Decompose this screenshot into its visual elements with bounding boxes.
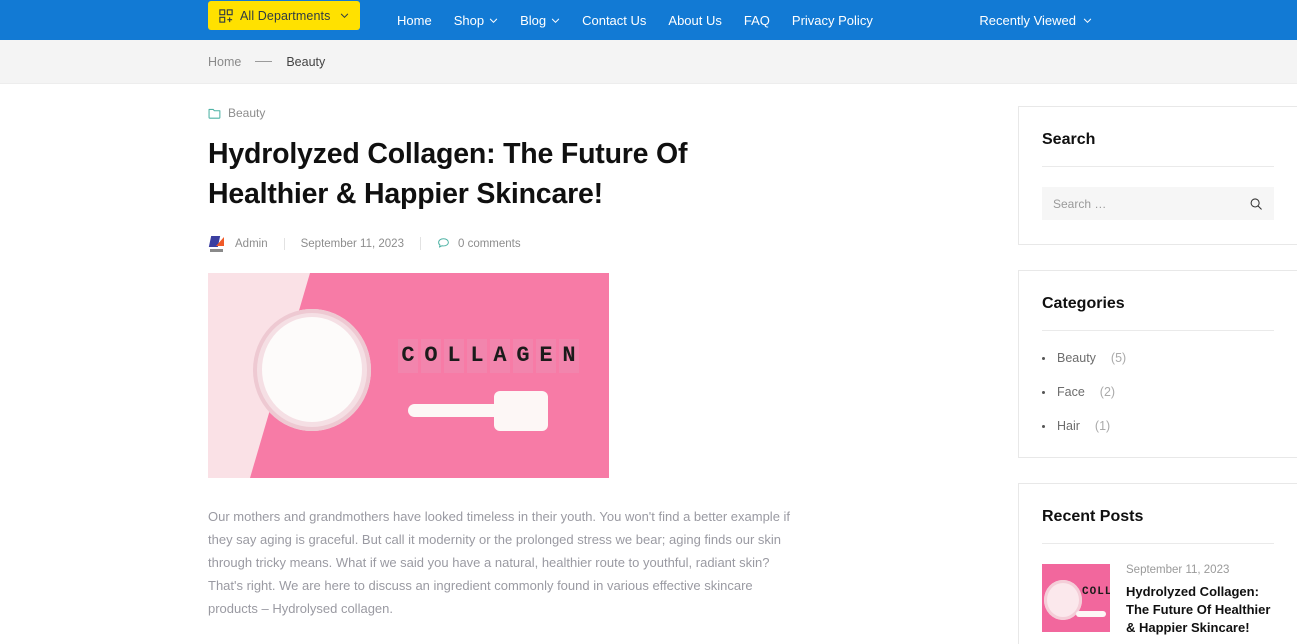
collagen-letter-tiles: C O L L A G E N xyxy=(398,339,579,373)
chevron-down-icon xyxy=(551,18,560,23)
featured-image: C O L L A G E N xyxy=(208,273,609,478)
bullet-icon xyxy=(1042,356,1045,360)
nav-label: Home xyxy=(397,12,432,28)
folder-icon xyxy=(208,108,221,119)
category-name: Beauty xyxy=(1057,351,1096,365)
chevron-down-icon xyxy=(340,13,349,19)
categories-list: Beauty (5) Face (2) Hair (1) xyxy=(1042,351,1274,433)
list-item[interactable]: COLLA September 11, 2023 Hydrolyzed Coll… xyxy=(1042,564,1274,644)
post-date-text: September 11, 2023 xyxy=(300,237,404,250)
site-header: All Departments Home Shop Blog Contact U… xyxy=(0,0,1297,40)
nav-label: Blog xyxy=(520,12,547,28)
tile: G xyxy=(513,339,533,373)
category-name: Hair xyxy=(1057,419,1080,433)
page-title: Hydrolyzed Collagen: The Future Of Healt… xyxy=(208,138,688,210)
avatar xyxy=(208,234,227,253)
all-departments-label: All Departments xyxy=(240,8,331,23)
tile: N xyxy=(559,339,579,373)
comment-bubble-icon xyxy=(438,238,449,248)
recent-post-thumbnail[interactable]: COLLA xyxy=(1042,564,1110,632)
recent-posts-widget: Recent Posts COLLA September 11, 2023 Hy… xyxy=(1018,483,1297,644)
breadcrumb-current: Beauty xyxy=(286,54,326,69)
main-navigation: Home Shop Blog Contact Us About Us FAQ P… xyxy=(386,0,884,40)
post-date: September 11, 2023 xyxy=(283,237,420,250)
categories-widget: Categories Beauty (5) Face (2) Hair (1) xyxy=(1018,270,1297,458)
nav-item-faq[interactable]: FAQ xyxy=(733,0,781,40)
nav-item-home[interactable]: Home xyxy=(386,0,443,40)
search-input[interactable] xyxy=(1053,196,1249,211)
all-departments-button[interactable]: All Departments xyxy=(208,1,360,30)
grid-plus-icon xyxy=(219,8,233,23)
search-widget-title: Search xyxy=(1042,131,1096,148)
tile: L xyxy=(444,339,464,373)
divider xyxy=(1042,543,1274,544)
recent-post-title[interactable]: Hydrolyzed Collagen: The Future Of Healt… xyxy=(1126,583,1274,637)
search-box[interactable] xyxy=(1042,187,1274,220)
breadcrumb-separator xyxy=(255,61,273,62)
nav-label: Shop xyxy=(453,12,485,28)
nav-label: FAQ xyxy=(743,12,770,28)
post-author-name: Admin xyxy=(235,237,268,250)
post-comments[interactable]: 0 comments xyxy=(419,237,537,250)
list-item[interactable]: Face (2) xyxy=(1042,385,1274,399)
list-item[interactable]: Beauty (5) xyxy=(1042,351,1274,365)
divider xyxy=(1042,330,1274,331)
category-count: (5) xyxy=(1110,351,1127,365)
bullet-icon xyxy=(1042,424,1045,428)
thumbnail-text: COLLA xyxy=(1082,586,1110,598)
recently-viewed-label: Recently Viewed xyxy=(979,12,1076,28)
sidebar: Search Categories Beauty (5) xyxy=(1018,106,1297,644)
tile: C xyxy=(398,339,418,373)
category-count: (1) xyxy=(1094,419,1111,433)
post-meta: Admin September 11, 2023 0 comments xyxy=(208,234,793,253)
recent-posts-widget-title: Recent Posts xyxy=(1042,508,1144,525)
post-category[interactable]: Beauty xyxy=(208,106,793,120)
search-icon[interactable] xyxy=(1249,197,1263,211)
divider xyxy=(1042,166,1274,167)
chevron-down-icon xyxy=(489,18,498,23)
article-content: Beauty Hydrolyzed Collagen: The Future O… xyxy=(208,106,793,644)
page-body: Beauty Hydrolyzed Collagen: The Future O… xyxy=(0,84,1297,644)
chevron-down-icon xyxy=(1083,18,1092,23)
collagen-jar xyxy=(253,309,371,431)
categories-widget-title: Categories xyxy=(1042,295,1125,312)
category-name: Face xyxy=(1057,385,1085,399)
search-widget: Search xyxy=(1018,106,1297,245)
post-category-label: Beauty xyxy=(228,106,266,120)
recent-post-date: September 11, 2023 xyxy=(1126,564,1230,576)
spatula-blade xyxy=(494,391,548,431)
post-comments-count: 0 comments xyxy=(457,237,521,250)
breadcrumb: Home Beauty xyxy=(0,40,1297,84)
nav-item-privacy-policy[interactable]: Privacy Policy xyxy=(781,0,884,40)
nav-item-shop[interactable]: Shop xyxy=(443,0,509,40)
nav-item-about-us[interactable]: About Us xyxy=(657,0,732,40)
article-paragraph: Our mothers and grandmothers have looked… xyxy=(208,509,791,616)
tile: O xyxy=(421,339,441,373)
category-count: (2) xyxy=(1099,385,1116,399)
nav-label: About Us xyxy=(668,12,722,28)
bullet-icon xyxy=(1042,390,1045,394)
tile: A xyxy=(490,339,510,373)
recently-viewed-menu[interactable]: Recently Viewed xyxy=(979,0,1092,40)
nav-item-contact-us[interactable]: Contact Us xyxy=(571,0,657,40)
breadcrumb-home-link[interactable]: Home xyxy=(208,55,241,69)
nav-label: Contact Us xyxy=(582,12,647,28)
post-author[interactable]: Admin xyxy=(208,234,284,253)
list-item[interactable]: Hair (1) xyxy=(1042,419,1274,433)
spatula-handle xyxy=(408,404,508,417)
tile: L xyxy=(467,339,487,373)
nav-label: Privacy Policy xyxy=(791,12,873,28)
tile: E xyxy=(536,339,556,373)
nav-item-blog[interactable]: Blog xyxy=(509,0,571,40)
